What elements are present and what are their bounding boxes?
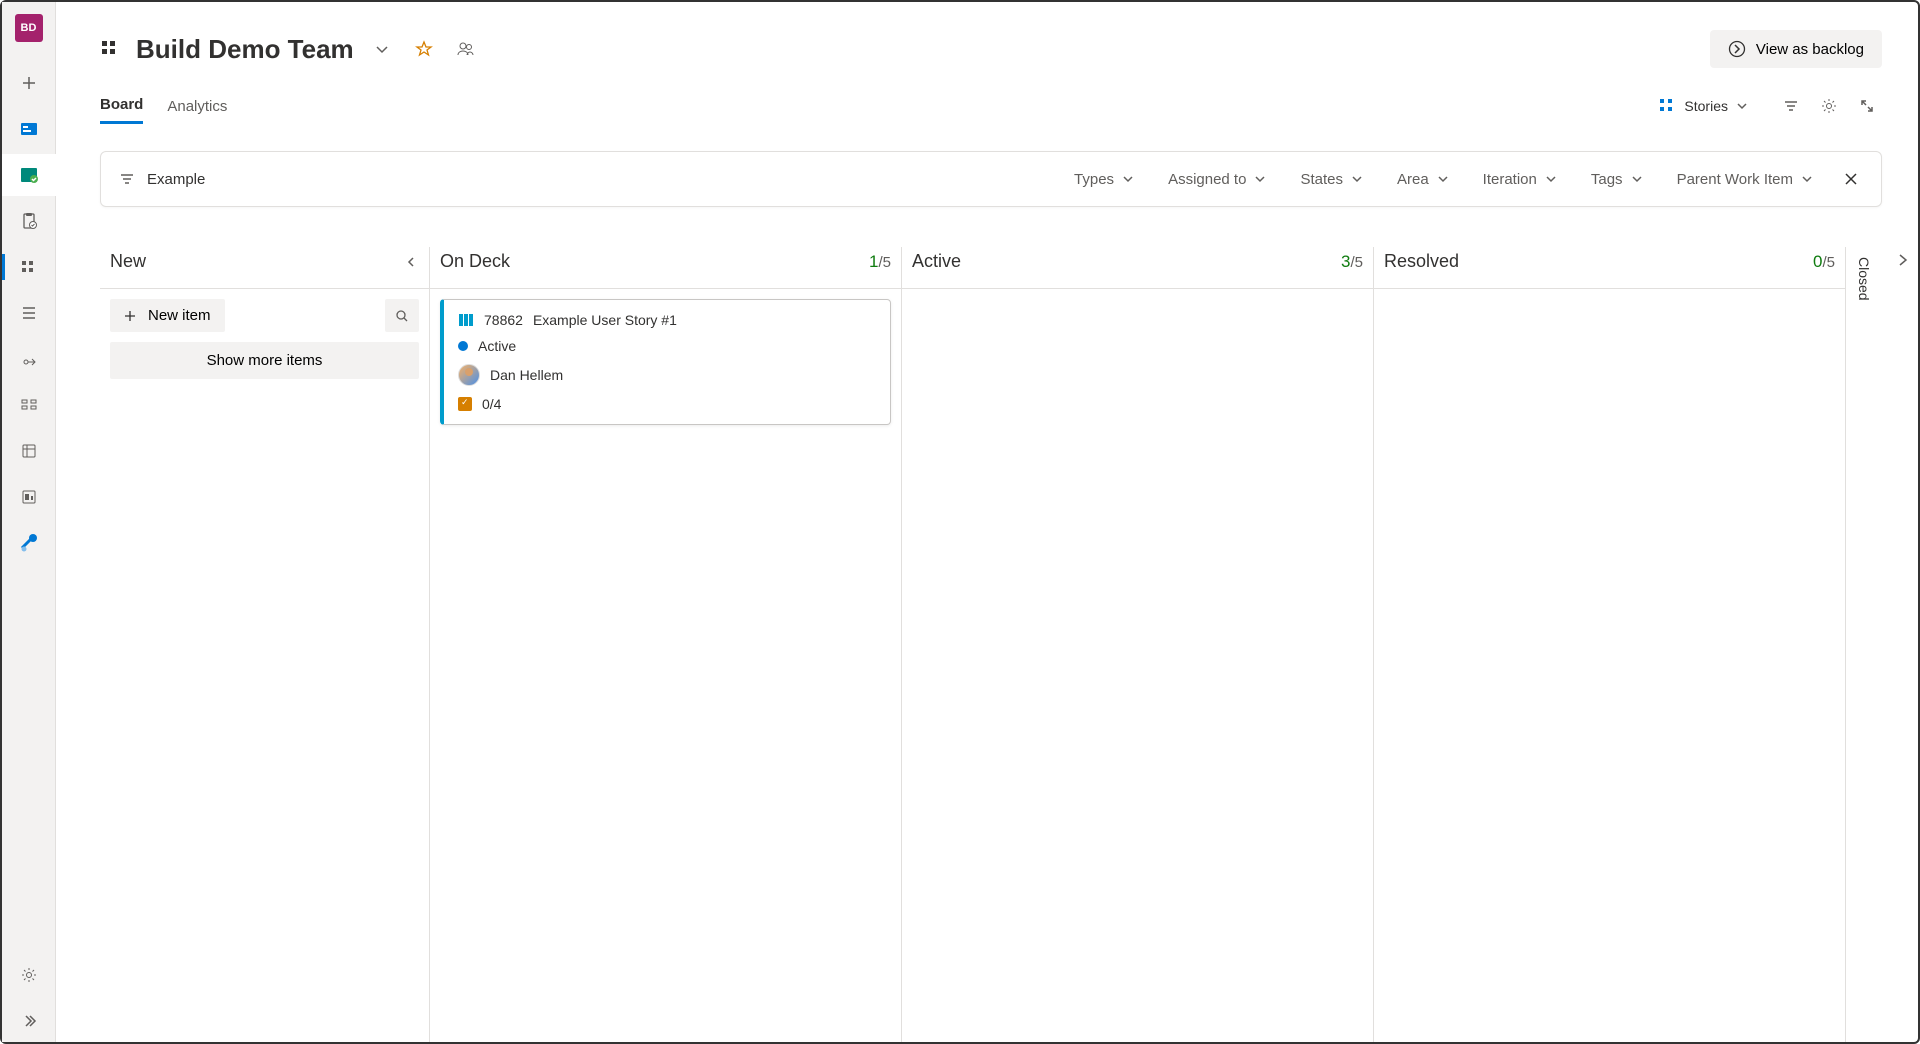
nav-delivery[interactable] [2, 476, 56, 518]
filter-keyword-text: Example [147, 171, 205, 188]
task-checklist-icon [458, 397, 472, 411]
arrow-right-circle-icon [1728, 40, 1746, 58]
fullscreen-button[interactable] [1852, 91, 1882, 121]
user-story-icon [458, 312, 474, 328]
tab-board[interactable]: Board [100, 88, 143, 124]
nav-queries[interactable] [2, 384, 56, 426]
hierarchy-icon [1658, 97, 1676, 115]
column-new: New New item Show m [100, 247, 430, 1042]
filter-keyword[interactable]: Example [119, 171, 205, 188]
filter-iteration[interactable]: Iteration [1475, 165, 1565, 194]
team-icon [100, 38, 122, 60]
column-title-active: Active [912, 251, 1341, 272]
tab-analytics[interactable]: Analytics [167, 90, 227, 123]
work-item-card[interactable]: 78862 Example User Story #1 Active Dan H… [440, 299, 891, 425]
filter-close-button[interactable] [1839, 167, 1863, 191]
team-members-button[interactable] [452, 35, 480, 63]
work-item-id: 78862 [484, 312, 523, 328]
nav-boards[interactable] [2, 154, 56, 196]
column-title-new: New [110, 251, 403, 272]
nav-expand[interactable] [2, 1000, 56, 1042]
search-icon [395, 309, 409, 323]
assignee-avatar [458, 364, 480, 386]
team-name[interactable]: Build Demo Team [136, 34, 354, 65]
nav-overview[interactable] [2, 108, 56, 150]
column-active: Active 3/5 [902, 247, 1374, 1042]
page-header: Build Demo Team View as backlog [100, 2, 1882, 68]
new-item-label: New item [148, 307, 211, 324]
team-dropdown[interactable] [368, 35, 396, 63]
column-title-on-deck: On Deck [440, 251, 869, 272]
filter-area[interactable]: Area [1389, 165, 1457, 194]
filter-icon [119, 171, 135, 187]
filter-types[interactable]: Types [1066, 165, 1142, 194]
add-button[interactable] [2, 62, 56, 104]
nav-boards-sub[interactable] [2, 246, 56, 288]
new-item-button[interactable]: New item [110, 299, 225, 332]
nav-work-items[interactable] [2, 200, 56, 242]
view-as-backlog-button[interactable]: View as backlog [1710, 30, 1882, 68]
collapse-column-button[interactable] [403, 254, 419, 270]
level-label: Stories [1684, 98, 1728, 114]
favorite-button[interactable] [410, 35, 438, 63]
work-item-title: Example User Story #1 [533, 312, 677, 328]
nav-pipelines[interactable] [2, 522, 56, 564]
nav-sprints[interactable] [2, 338, 56, 380]
filter-tags[interactable]: Tags [1583, 165, 1651, 194]
project-avatar[interactable]: BD [15, 14, 43, 42]
tabs-row: Board Analytics Stories [100, 88, 1882, 125]
task-progress: 0/4 [482, 396, 501, 412]
filter-states[interactable]: States [1292, 165, 1371, 194]
nav-backlogs[interactable] [2, 292, 56, 334]
wip-active: 3/5 [1341, 252, 1363, 272]
state-dot-icon [458, 341, 468, 351]
column-resolved: Resolved 0/5 [1374, 247, 1846, 1042]
work-item-state: Active [478, 338, 516, 354]
wip-resolved: 0/5 [1813, 252, 1835, 272]
nav-plans[interactable] [2, 430, 56, 472]
column-title-closed: Closed [1856, 247, 1872, 301]
column-on-deck: On Deck 1/5 78862 Example User Story #1 [430, 247, 902, 1042]
filter-assigned-to[interactable]: Assigned to [1160, 165, 1274, 194]
filter-bar: Example Types Assigned to States Area It… [100, 151, 1882, 207]
left-nav-rail: BD [2, 2, 56, 1042]
main-content: Build Demo Team View as backlog Board An… [56, 2, 1918, 1042]
column-closed-collapsed[interactable]: Closed [1846, 247, 1882, 1042]
column-title-resolved: Resolved [1384, 251, 1813, 272]
scroll-right-button[interactable] [1896, 253, 1910, 267]
wip-on-deck: 1/5 [869, 252, 891, 272]
view-as-backlog-label: View as backlog [1756, 41, 1864, 58]
plus-icon [124, 310, 136, 322]
filter-parent[interactable]: Parent Work Item [1669, 165, 1821, 194]
settings-button[interactable] [1814, 91, 1844, 121]
chevron-down-icon [1736, 100, 1748, 112]
assignee-name: Dan Hellem [490, 367, 563, 383]
nav-settings[interactable] [2, 954, 56, 996]
show-more-button[interactable]: Show more items [110, 342, 419, 379]
search-column-button[interactable] [385, 299, 419, 332]
filter-toggle-button[interactable] [1776, 91, 1806, 121]
kanban-board: New New item Show m [100, 247, 1882, 1042]
backlog-level-select[interactable]: Stories [1650, 93, 1756, 119]
